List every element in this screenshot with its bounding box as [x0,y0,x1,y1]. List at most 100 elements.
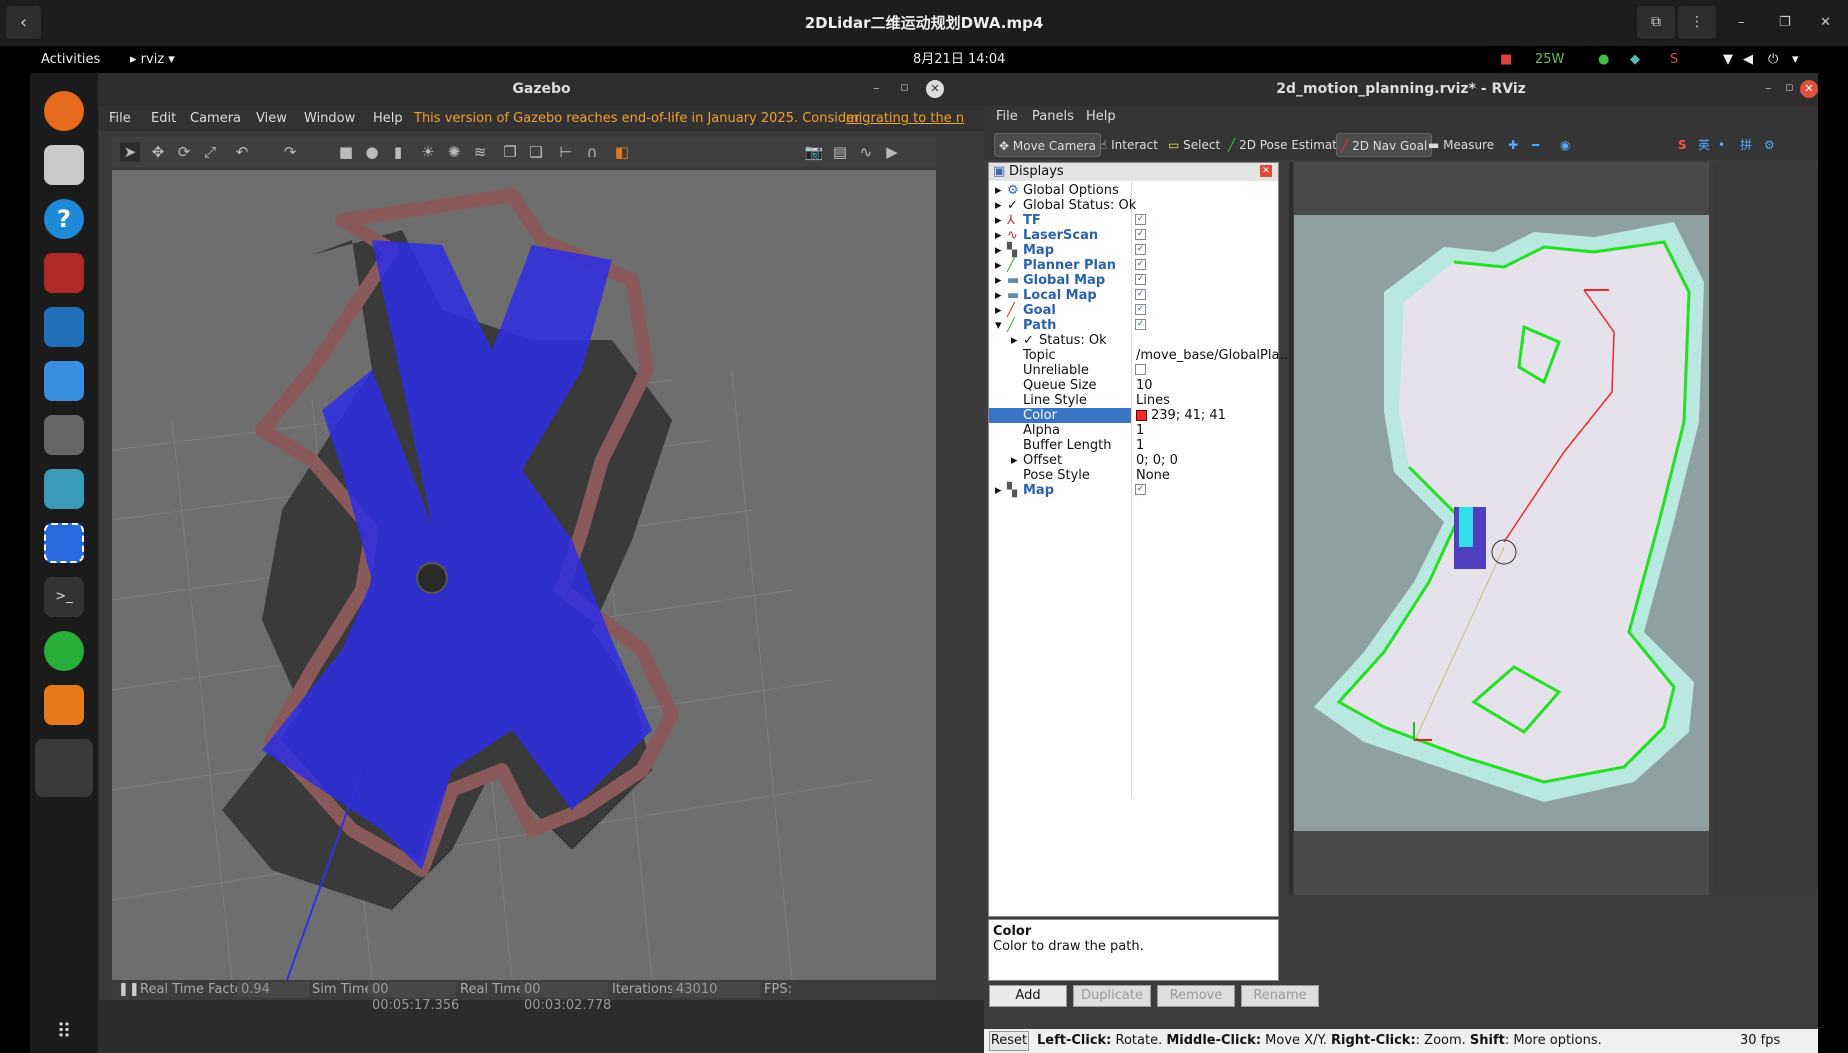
remove-tool-icon[interactable]: ━ [1528,133,1543,157]
tree-color[interactable]: Color [989,408,1131,423]
panel-close-icon[interactable]: ✕ [1260,165,1272,177]
paste-icon[interactable]: ❏ [526,142,546,162]
queue-size-value[interactable]: 10 [1136,378,1153,393]
ime-settings-icon[interactable]: ⚙ [1760,133,1779,157]
gazebo-minimize-icon[interactable]: – [873,81,880,96]
remove-display-button[interactable]: Remove [1157,985,1235,1007]
volume-icon[interactable]: ◀ [1743,46,1753,73]
global-map-checkbox[interactable]: ✓ [1135,274,1146,285]
active-app-icon[interactable] [35,739,93,797]
line-style-value[interactable]: Lines [1136,393,1170,408]
directional-light-icon[interactable]: ≋ [470,142,490,162]
record-video-icon[interactable]: ▶ [882,142,902,162]
add-display-button[interactable]: Add [989,985,1067,1007]
rviz-minimize-icon[interactable]: – [1765,81,1772,96]
tree-path[interactable]: ▾ ╱ Path ✓ [989,318,1278,333]
plot-icon[interactable]: ∿ [856,142,876,162]
topic-value[interactable]: /move_base/GlobalPla… [1136,348,1292,363]
sogou-ime-icon[interactable]: S [1674,133,1691,157]
splitter-left[interactable] [1289,162,1293,895]
wifi-icon[interactable]: ▼ [1723,46,1733,73]
tree-planner-plan[interactable]: ▸ ╱ Planner Plan ✓ [989,258,1278,273]
eol-link[interactable]: migrating to the n [846,106,984,131]
rename-display-button[interactable]: Rename [1241,985,1319,1007]
add-tool-icon[interactable]: ✚ [1504,133,1522,157]
goal-checkbox[interactable]: ✓ [1135,304,1146,315]
copy-icon[interactable]: ❐ [500,142,520,162]
measure-tool[interactable]: ▬ Measure [1424,133,1498,157]
power-icon[interactable]: ⏻ [1768,46,1778,73]
close-icon[interactable]: ✕ [1820,0,1831,46]
laserscan-checkbox[interactable]: ✓ [1135,229,1146,240]
move-camera-tool[interactable]: ✥ Move Camera [994,133,1101,157]
ime-lang-icon[interactable]: 英 [1694,133,1714,157]
color-value-cell[interactable]: 239; 41; 41 [1131,408,1278,423]
tf-checkbox[interactable]: ✓ [1135,214,1146,225]
tree-map[interactable]: ▸ ▚ Map ✓ [989,243,1278,258]
screenshot-icon[interactable] [44,523,84,563]
map2-checkbox[interactable]: ✓ [1135,484,1146,495]
interact-tool[interactable]: ☝ Interact [1096,133,1162,157]
cylinder-shape-icon[interactable]: ▮ [388,142,408,162]
log-icon[interactable]: ▤ [830,142,850,162]
rotate-mode-icon[interactable]: ⟳ [174,142,194,162]
tree-topic[interactable]: Topic/move_base/GlobalPla… [989,348,1292,363]
align-icon[interactable]: ⊢ [556,142,576,162]
planner-plan-checkbox[interactable]: ✓ [1135,259,1146,270]
firefox-icon[interactable] [44,91,84,131]
view-angle-icon[interactable]: ◧ [612,142,632,162]
undo-icon[interactable]: ↶ [232,142,252,162]
tree-offset[interactable]: ▸ Offset 0; 0; 0 [989,453,1278,468]
files-icon[interactable] [44,145,84,185]
menu-window[interactable]: Window [304,106,355,131]
point-light-icon[interactable]: ☀ [418,142,438,162]
tool-properties-icon[interactable]: ◉ [1556,133,1574,157]
ime-pinyin-icon[interactable]: 拼 [1736,133,1756,157]
tree-line-style[interactable]: Line Style Lines [989,393,1278,408]
offset-value[interactable]: 0; 0; 0 [1136,453,1178,468]
redo-icon[interactable]: ↷ [280,142,300,162]
translate-mode-icon[interactable]: ✥ [148,142,168,162]
rviz-menu-help[interactable]: Help [1086,106,1116,128]
menu-camera[interactable]: Camera [190,106,241,131]
network-tray-icon[interactable]: ◆ [1630,46,1640,73]
duplicate-display-button[interactable]: Duplicate [1073,985,1151,1007]
video-editor-icon[interactable] [44,415,84,455]
select-mode-icon[interactable]: ➤ [120,142,140,162]
tree-buffer-length[interactable]: Buffer Length 1 [989,438,1278,453]
select-tool[interactable]: ▭ Select [1164,133,1224,157]
box-shape-icon[interactable]: ■ [336,142,356,162]
local-map-checkbox[interactable]: ✓ [1135,289,1146,300]
sphere-shape-icon[interactable]: ● [362,142,382,162]
tree-global-options[interactable]: ▸ ⚙ Global Options [989,183,1278,198]
network-tool-icon[interactable] [44,469,84,509]
vscode-icon[interactable] [44,307,84,347]
software-icon[interactable] [44,361,84,401]
tree-tf[interactable]: ▸ ⅄ TF ✓ [989,213,1278,228]
tree-pose-style[interactable]: Pose Style None [989,468,1278,483]
scale-mode-icon[interactable]: ⤢ [200,142,220,162]
gazebo-3d-viewport[interactable] [112,170,936,980]
tree-global-status[interactable]: ▸ ✓ Global Status: Ok [989,198,1278,213]
rviz-close-icon[interactable]: ✕ [1800,80,1818,98]
record-icon[interactable]: ■ [1500,46,1512,73]
tree-queue-size[interactable]: Queue Size 10 [989,378,1278,393]
unreliable-checkbox[interactable] [1135,364,1146,375]
pause-icon[interactable]: ❚❚ [118,980,140,1000]
tree-alpha[interactable]: Alpha 1 [989,423,1278,438]
help-icon[interactable]: ? [44,199,84,239]
chevron-down-icon[interactable]: ▾ [1792,46,1799,73]
rviz-maximize-icon[interactable]: ▫ [1785,80,1794,95]
tree-global-map[interactable]: ▸ ▬ Global Map ✓ [989,273,1278,288]
alpha-value[interactable]: 1 [1136,423,1144,438]
gazebo-maximize-icon[interactable]: ▫ [900,80,909,95]
menu-edit[interactable]: Edit [151,106,176,131]
tree-unreliable[interactable]: Unreliable [989,363,1278,378]
menu-view[interactable]: View [256,106,287,131]
spot-light-icon[interactable]: ✺ [444,142,464,162]
reset-button[interactable]: Reset [989,1031,1029,1051]
picture-in-picture-icon[interactable]: ⧉ [1637,6,1675,39]
terminal-icon[interactable]: >_ [44,577,84,617]
show-apps-icon[interactable]: ⠿ [44,1011,84,1051]
pose-style-value[interactable]: None [1136,468,1170,483]
